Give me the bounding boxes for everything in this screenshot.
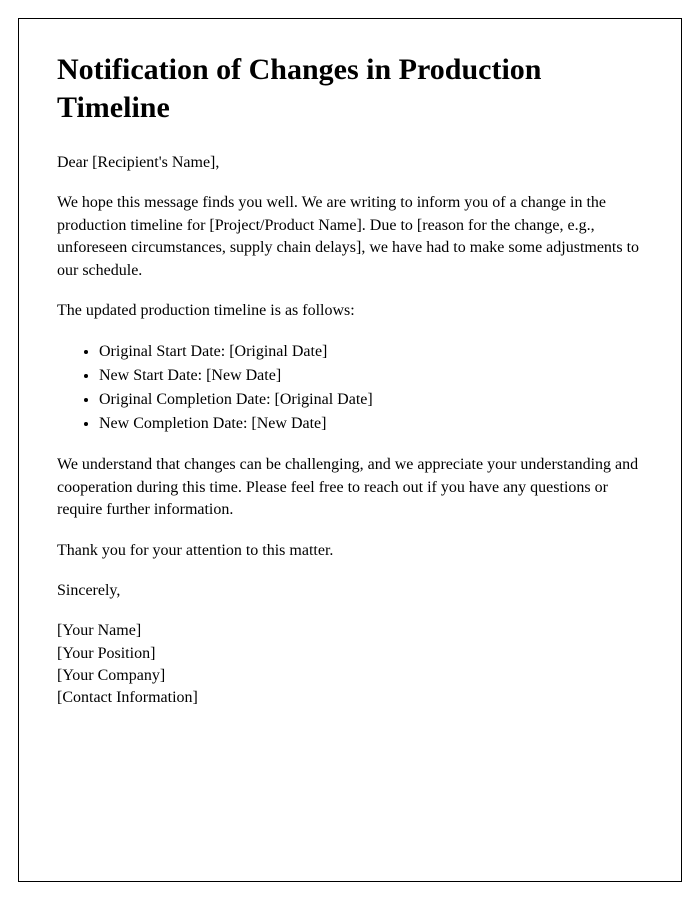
list-item: Original Completion Date: [Original Date…: [99, 388, 643, 412]
list-item: Original Start Date: [Original Date]: [99, 340, 643, 364]
signature-block: [Your Name] [Your Position] [Your Compan…: [57, 620, 643, 710]
signature-position: [Your Position]: [57, 643, 643, 665]
list-item: New Completion Date: [New Date]: [99, 412, 643, 436]
understanding-paragraph: We understand that changes can be challe…: [57, 454, 643, 521]
signature-company: [Your Company]: [57, 665, 643, 687]
thank-you: Thank you for your attention to this mat…: [57, 540, 643, 562]
document-container: Notification of Changes in Production Ti…: [18, 18, 682, 882]
timeline-intro: The updated production timeline is as fo…: [57, 300, 643, 322]
intro-paragraph: We hope this message finds you well. We …: [57, 192, 643, 282]
salutation: Dear [Recipient's Name],: [57, 152, 643, 174]
list-item: New Start Date: [New Date]: [99, 364, 643, 388]
closing: Sincerely,: [57, 580, 643, 602]
signature-contact: [Contact Information]: [57, 687, 643, 709]
document-title: Notification of Changes in Production Ti…: [57, 51, 643, 126]
signature-name: [Your Name]: [57, 620, 643, 642]
timeline-list: Original Start Date: [Original Date] New…: [99, 340, 643, 436]
